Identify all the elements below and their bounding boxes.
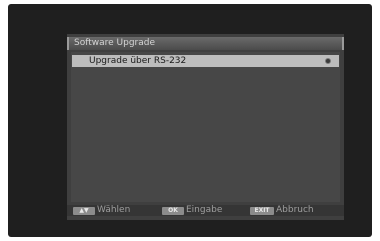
menu-item-upgrade-rs232[interactable]: Upgrade über RS-232 bbox=[72, 55, 339, 67]
menu-item-label: Upgrade über RS-232 bbox=[89, 56, 187, 66]
hint-exit: EXIT Abbruch bbox=[250, 205, 314, 216]
hint-enter: OK Eingabe bbox=[162, 205, 222, 216]
footer-hint-bar: ▲▼ Wählen OK Eingabe EXIT Abbruch bbox=[67, 205, 344, 216]
hint-exit-label: Abbruch bbox=[276, 205, 314, 215]
ok-key-icon: OK bbox=[162, 206, 184, 215]
dialog-title: Software Upgrade bbox=[74, 38, 156, 48]
menu-list: Upgrade über RS-232 bbox=[71, 52, 340, 202]
radio-dot-icon bbox=[325, 58, 331, 64]
hint-select: ▲▼ Wählen bbox=[73, 205, 130, 216]
hint-enter-label: Eingabe bbox=[186, 205, 223, 215]
dialog-title-bar: Software Upgrade bbox=[67, 37, 344, 50]
up-down-arrows-icon: ▲▼ bbox=[73, 206, 95, 215]
hint-select-label: Wählen bbox=[97, 205, 131, 215]
tv-screen: Software Upgrade Upgrade über RS-232 ▲▼ … bbox=[8, 4, 372, 237]
exit-key-icon: EXIT bbox=[250, 206, 274, 215]
software-upgrade-dialog: Software Upgrade Upgrade über RS-232 ▲▼ … bbox=[67, 34, 344, 220]
